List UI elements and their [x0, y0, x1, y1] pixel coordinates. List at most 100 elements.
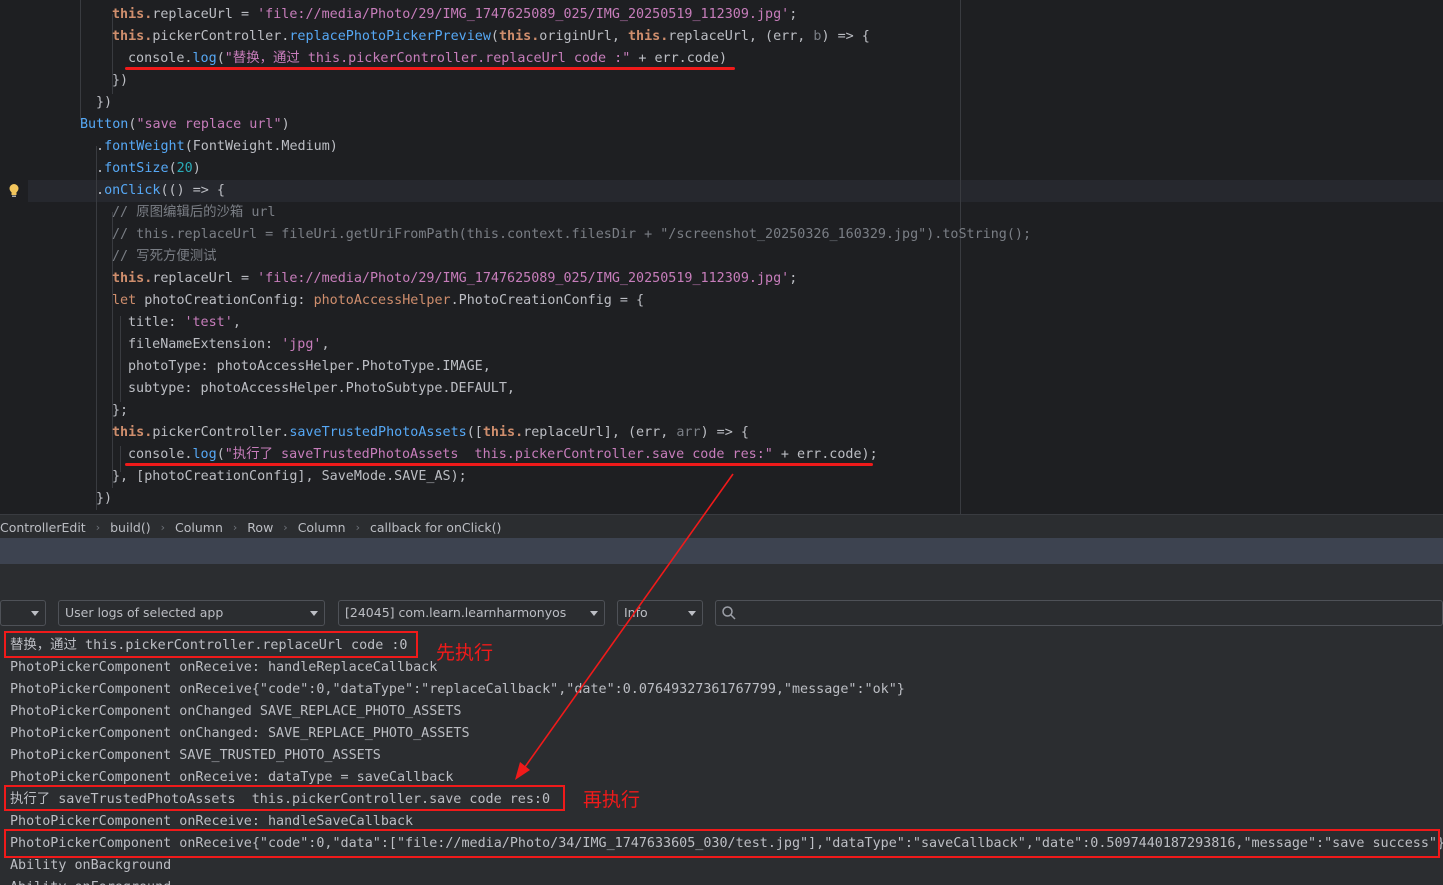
breadcrumb-item[interactable]: Column	[175, 520, 233, 535]
code-token: this.	[112, 425, 153, 440]
code-token: saveTrustedPhotoAssets	[289, 425, 467, 440]
code-token: ;	[789, 271, 798, 286]
annotation-box	[4, 631, 418, 658]
code-line: Button("save replace url")	[80, 114, 290, 136]
breadcrumb-separator-icon: ›	[355, 520, 360, 534]
code-line: this.replaceUrl = 'file://media/Photo/29…	[112, 4, 797, 26]
code-token: 'jpg'	[281, 337, 322, 352]
code-line: .onClick(() => {	[96, 180, 225, 202]
log-level-select[interactable]: Info	[617, 600, 703, 626]
log-line: Ability onForeground	[10, 877, 171, 885]
annotation-underline	[125, 463, 873, 466]
code-editor[interactable]: this. replaceUrl = 'file://media/Photo/29…	[0, 0, 1443, 514]
code-token: arr	[676, 425, 701, 440]
editor-gutter	[0, 0, 28, 514]
code-token: (	[168, 161, 177, 176]
indent-guide	[80, 0, 81, 120]
code-token: photoType: photoAccessHelper.PhotoType.I…	[128, 359, 491, 374]
code-token: 20	[176, 161, 193, 176]
lightbulb-icon[interactable]	[8, 183, 20, 199]
breadcrumb-item[interactable]: build()	[110, 520, 161, 535]
code-token: this.	[112, 7, 153, 22]
code-token: })	[96, 491, 113, 506]
breadcrumb-item[interactable]: ControllerEdit	[0, 520, 96, 535]
code-line: let photoCreationConfig: photoAccessHelp…	[112, 290, 644, 312]
code-token: title:	[128, 315, 185, 330]
log-filter-value: User logs of selected app	[65, 605, 224, 620]
breadcrumb-item[interactable]: Row	[247, 520, 283, 535]
log-level-value: Info	[624, 605, 648, 620]
code-line: title: 'test',	[128, 312, 241, 334]
code-token: this.	[482, 425, 524, 440]
code-line: }, [photoCreationConfig], SaveMode.SAVE_…	[112, 466, 467, 488]
code-token: ;	[789, 7, 798, 22]
code-token: replaceUrl =	[152, 271, 258, 286]
tool-window-header	[0, 538, 1443, 564]
code-token: ) => {	[700, 425, 749, 440]
breadcrumb-separator-icon: ›	[283, 520, 288, 534]
code-token: })	[96, 95, 113, 110]
code-token: .	[96, 139, 105, 154]
right-margin-guide	[960, 0, 961, 514]
code-token: (FontWeight.Medium)	[184, 139, 338, 154]
code-token: ) => {	[821, 29, 870, 44]
code-token: photoAccessHelper	[313, 293, 451, 308]
code-token: fontSize	[104, 161, 169, 176]
code-token: // 写死方便测试	[112, 249, 217, 264]
code-token: })	[112, 73, 129, 88]
code-token: };	[112, 403, 129, 418]
code-token: this.	[112, 29, 153, 44]
code-line: // 原图编辑后的沙箱 url	[112, 202, 276, 224]
code-line: subtype: photoAccessHelper.PhotoSubtype.…	[128, 378, 515, 400]
code-token: replaceUrl, (err,	[668, 29, 814, 44]
code-token: // 原图编辑后的沙箱 url	[112, 205, 276, 220]
code-token: replaceUrl], (err,	[523, 425, 677, 440]
code-line: // this.replaceUrl = fileUri.getUriFromP…	[112, 224, 1031, 246]
device-select[interactable]	[0, 600, 46, 626]
code-token: originUrl,	[539, 29, 628, 44]
code-line: fileNameExtension: 'jpg',	[128, 334, 330, 356]
annotation-box	[4, 829, 1440, 858]
search-icon	[722, 606, 736, 620]
code-token: + err.code);	[772, 447, 878, 462]
annotation-box	[4, 785, 565, 811]
code-token: this.	[498, 29, 540, 44]
annotation-underline	[125, 67, 735, 70]
process-select[interactable]: [24045] com.learn.learnharmonyos	[338, 600, 605, 626]
code-token: ,	[232, 315, 241, 330]
code-token: console.	[128, 447, 193, 462]
code-token: "save replace url"	[136, 117, 282, 132]
code-token: 'file://media/Photo/29/IMG_1747625089_02…	[257, 271, 790, 286]
code-token: fileNameExtension:	[128, 337, 282, 352]
code-token: (	[216, 51, 225, 66]
code-token: "替换，通过 this.pickerController.replaceUrl …	[224, 51, 631, 66]
breadcrumb: ControllerEdit › build() › Column › Row › Column…	[0, 514, 1443, 539]
code-token: subtype: photoAccessHelper.PhotoSubtype.…	[128, 381, 515, 396]
log-line: PhotoPickerComponent onReceive: handleRe…	[10, 660, 438, 675]
annotation-label-first: 先执行	[436, 642, 494, 664]
log-line: PhotoPickerComponent onChanged SAVE_REPL…	[10, 704, 462, 719]
log-line: Ability onBackground	[10, 858, 172, 873]
chevron-down-icon	[688, 611, 696, 616]
code-line: })	[96, 92, 112, 114]
code-token: .	[96, 161, 105, 176]
log-search-input[interactable]	[715, 600, 1443, 626]
code-token: .	[96, 183, 105, 198]
code-line: .fontSize(20)	[96, 158, 201, 180]
code-token: ,	[321, 337, 330, 352]
code-token: // this.replaceUrl = fileUri.getUriFromP…	[112, 227, 1032, 242]
breadcrumb-item[interactable]: callback for onClick()	[370, 520, 511, 535]
breadcrumb-item[interactable]: Column	[298, 520, 356, 535]
code-line: this.pickerController.saveTrustedPhotoAs…	[112, 422, 749, 444]
code-token: Button	[80, 117, 129, 132]
log-line: PhotoPickerComponent onReceive{"code":0,…	[10, 682, 905, 697]
breadcrumb-separator-icon: ›	[95, 520, 101, 534]
log-line: PhotoPickerComponent onChanged: SAVE_REP…	[10, 726, 470, 741]
code-token: log	[192, 447, 217, 462]
code-token: log	[192, 51, 217, 66]
log-filter-select[interactable]: User logs of selected app	[58, 600, 325, 626]
code-token: }, [photoCreationConfig], SaveMode.SAVE_…	[112, 469, 467, 484]
process-value: [24045] com.learn.learnharmonyos	[345, 605, 567, 620]
code-line: })	[96, 488, 112, 510]
code-token: ([	[466, 425, 483, 440]
